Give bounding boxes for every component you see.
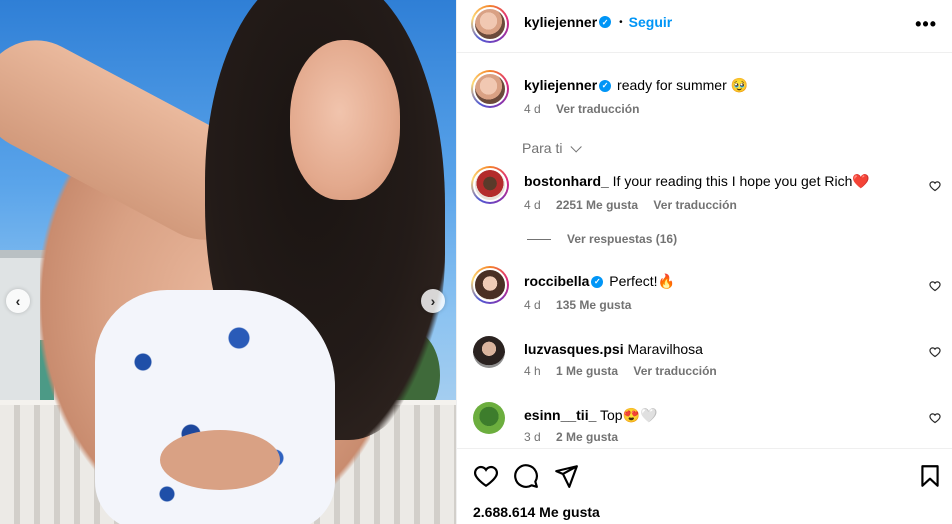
- filter-label: Para ti: [522, 140, 563, 156]
- avatar[interactable]: [473, 402, 505, 434]
- comment-username[interactable]: bostonhard_: [524, 173, 609, 189]
- comment-age: 4 d: [524, 298, 541, 312]
- caption-text: ready for summer 🥹: [617, 77, 749, 93]
- comment-likes[interactable]: 2 Me gusta: [556, 430, 618, 444]
- avatar[interactable]: [471, 70, 509, 108]
- comment-text: Perfect!🔥: [609, 273, 675, 289]
- comment-text: Maravilhosa: [627, 341, 703, 357]
- heart-icon[interactable]: [473, 463, 499, 489]
- bookmark-icon[interactable]: [917, 463, 943, 489]
- header-separator: •: [619, 16, 623, 28]
- post-header: kyliejenner ✓ • Seguir •••: [457, 0, 952, 53]
- replies-label: Ver respuestas (16): [567, 232, 678, 246]
- avatar[interactable]: [471, 266, 509, 304]
- view-replies-button[interactable]: Ver respuestas (16): [527, 232, 677, 246]
- translate-link[interactable]: Ver traducción: [633, 364, 716, 378]
- translate-link[interactable]: Ver traducción: [653, 198, 736, 212]
- avatar[interactable]: [473, 336, 505, 368]
- replies-divider: [527, 238, 551, 240]
- comment-text: Top😍🤍: [600, 407, 658, 423]
- translate-link[interactable]: Ver traducción: [556, 102, 639, 116]
- avatar[interactable]: [471, 166, 509, 204]
- heart-icon[interactable]: [929, 412, 941, 424]
- comment-age: 3 d: [524, 430, 541, 444]
- list-item: bostonhard_ If your reading this I hope …: [471, 166, 941, 226]
- post-actions: 2.688.614 Me gusta: [457, 448, 952, 524]
- chevron-right-icon[interactable]: ›: [421, 289, 445, 313]
- send-icon[interactable]: [553, 463, 579, 489]
- comment-username[interactable]: roccibella: [524, 273, 589, 289]
- heart-icon[interactable]: [929, 180, 941, 192]
- comment-likes[interactable]: 135 Me gusta: [556, 298, 631, 312]
- comment-age: 4 h: [524, 364, 541, 378]
- list-item: esinn__tii_ Top😍🤍 3 d 2 Me gusta: [471, 400, 941, 448]
- list-item: roccibella ✓ Perfect!🔥 4 d 135 Me gusta: [471, 266, 941, 316]
- follow-button[interactable]: Seguir: [629, 14, 673, 30]
- caption-age: 4 d: [524, 102, 541, 116]
- likes-count[interactable]: 2.688.614 Me gusta: [473, 504, 600, 520]
- chevron-down-icon: [570, 141, 583, 153]
- comment-likes[interactable]: 2251 Me gusta: [556, 198, 638, 212]
- comment-username[interactable]: esinn__tii_: [524, 407, 596, 423]
- photo-face: [290, 40, 400, 200]
- comment-username[interactable]: luzvasques.psi: [524, 341, 624, 357]
- comment-icon[interactable]: [513, 463, 539, 489]
- verified-icon: ✓: [599, 80, 612, 93]
- comment-age: 4 d: [524, 198, 541, 212]
- photo-cutout: [160, 430, 280, 490]
- more-horizontal-icon[interactable]: •••: [915, 14, 937, 35]
- comment-text: If your reading this I hope you get Rich…: [612, 173, 870, 189]
- avatar[interactable]: [471, 5, 509, 43]
- heart-icon[interactable]: [929, 346, 941, 358]
- post-panel: kyliejenner ✓ • Seguir ••• kyliejenner ✓ …: [456, 0, 952, 524]
- comment-likes[interactable]: 1 Me gusta: [556, 364, 618, 378]
- header-username[interactable]: kyliejenner: [524, 14, 597, 30]
- list-item: luzvasques.psi Maravilhosa 4 h 1 Me gust…: [471, 334, 941, 384]
- verified-icon: ✓: [591, 276, 604, 289]
- chevron-left-icon[interactable]: ‹: [6, 289, 30, 313]
- heart-icon[interactable]: [929, 280, 941, 292]
- comment-filter-dropdown[interactable]: Para ti: [522, 140, 583, 156]
- post-photo[interactable]: ‹ ›: [0, 0, 456, 524]
- caption-username[interactable]: kyliejenner: [524, 77, 597, 93]
- caption: kyliejenner ✓ ready for summer 🥹 4 d Ver …: [471, 70, 941, 120]
- verified-icon: ✓: [599, 16, 612, 28]
